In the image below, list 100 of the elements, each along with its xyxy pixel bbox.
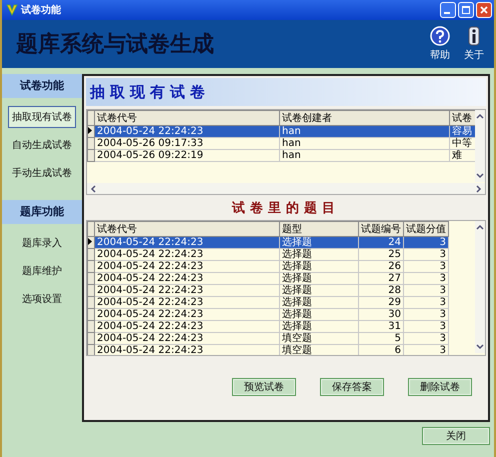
table-cell: 2004-05-24 22:24:23 (94, 260, 280, 272)
vertical-scrollbar[interactable] (475, 110, 485, 182)
table-cell: 2004-05-24 22:24:23 (94, 332, 280, 344)
table-cell: 2004-05-26 09:17:33 (94, 138, 280, 150)
table-row[interactable]: 2004-05-26 09:17:33 han 中等 (88, 138, 476, 150)
column-header: 试卷 (450, 110, 476, 126)
table-cell: 3 (404, 332, 448, 344)
table-cell: 选择题 (280, 260, 358, 272)
table-row[interactable]: 2004-05-24 22:24:23 选择题 26 3 (88, 260, 448, 272)
table-cell: 2004-05-24 22:24:23 (94, 296, 280, 308)
table-cell: 2004-05-24 22:24:23 (94, 344, 280, 355)
table-cell: 30 (358, 308, 404, 320)
column-header: 试题编号 (358, 222, 404, 236)
table-cell: 31 (358, 320, 404, 332)
table-cell: 27 (358, 272, 404, 284)
table-cell: 3 (404, 272, 448, 284)
table-cell: 选择题 (280, 320, 358, 332)
table-row[interactable]: 2004-05-24 22:24:23 选择题 25 3 (88, 248, 448, 260)
column-header: 题型 (280, 222, 358, 236)
scroll-down-icon (476, 173, 484, 179)
horizontal-scrollbar[interactable] (87, 183, 485, 194)
table-cell: 2004-05-24 22:24:23 (94, 236, 280, 248)
table-cell: 2004-05-24 22:24:23 (94, 126, 280, 138)
table-row[interactable]: 2004-05-24 22:24:23 填空题 6 3 (88, 344, 448, 355)
table-cell: 2004-05-24 22:24:23 (94, 248, 280, 260)
section-title: 抽取现有试卷 (90, 82, 210, 102)
table-cell: han (280, 150, 450, 162)
table-cell: 选择题 (280, 248, 358, 260)
table-row[interactable]: 2004-05-24 22:24:23 选择题 24 3 (88, 236, 448, 248)
maximize-icon (462, 6, 470, 14)
section-header: 题库功能 (2, 200, 82, 224)
sidebar-item[interactable]: 自动生成试卷 (8, 134, 76, 156)
table-cell: 选择题 (280, 284, 358, 296)
scroll-up-icon (476, 224, 484, 230)
table-row[interactable]: 2004-05-24 22:24:23 选择题 27 3 (88, 272, 448, 284)
table-cell: han (280, 138, 450, 150)
window-title: 试卷功能 (21, 4, 61, 17)
table-cell: 25 (358, 248, 404, 260)
row-header[interactable] (88, 236, 94, 248)
sidebar-item[interactable]: 题库录入 (18, 232, 66, 254)
table-row[interactable]: 2004-05-26 09:22:19 han 难 (88, 150, 476, 162)
table-cell: 29 (358, 296, 404, 308)
action-button[interactable]: 预览试卷 (232, 378, 296, 396)
table-row[interactable]: 2004-05-24 22:24:23 选择题 29 3 (88, 296, 448, 308)
column-header: 试卷创建者 (280, 110, 450, 126)
current-row-icon (88, 238, 92, 245)
close-button[interactable] (476, 2, 492, 18)
close-button[interactable]: 关闭 (422, 427, 490, 445)
maximize-button[interactable] (458, 2, 474, 18)
table-cell: 5 (358, 332, 404, 344)
table-cell: 3 (404, 308, 448, 320)
table-cell: 28 (358, 284, 404, 296)
section-title: 试卷里的题目 (232, 201, 340, 216)
table-cell: 3 (404, 320, 448, 332)
table-cell: 选择题 (280, 308, 358, 320)
table-row[interactable]: 2004-05-24 22:24:23 选择题 31 3 (88, 320, 448, 332)
scroll-right-icon (476, 184, 482, 192)
sidebar-item[interactable]: 题库维护 (18, 260, 66, 282)
scroll-left-icon (90, 184, 96, 192)
table-row[interactable]: 2004-05-24 22:24:23 han 容易 (88, 126, 476, 138)
table-cell: 2004-05-24 22:24:23 (94, 320, 280, 332)
table-cell: 填空题 (280, 344, 358, 355)
table-cell: 选择题 (280, 272, 358, 284)
table-cell: 2004-05-24 22:24:23 (94, 272, 280, 284)
sidebar-item[interactable]: 选项设置 (18, 288, 66, 310)
toolbar-button[interactable]: 关于 (464, 26, 484, 62)
sidebar-item[interactable]: 抽取现有试卷 (8, 106, 76, 128)
table-cell: 24 (358, 236, 404, 248)
minimize-button[interactable] (440, 2, 456, 18)
app-title: 题库系统与试卷生成 (16, 30, 214, 59)
current-row-icon (88, 127, 92, 134)
table-cell: 26 (358, 260, 404, 272)
table-row[interactable]: 2004-05-24 22:24:23 填空题 5 3 (88, 332, 448, 344)
column-header: 试卷代号 (94, 222, 280, 236)
column-header: 试题分值 (404, 222, 448, 236)
table-cell: 3 (404, 296, 448, 308)
row-header[interactable] (88, 126, 94, 138)
table-row[interactable]: 2004-05-24 22:24:23 选择题 30 3 (88, 308, 448, 320)
table-cell: 3 (404, 236, 448, 248)
action-button[interactable]: 删除试卷 (408, 378, 472, 396)
table-cell: 选择题 (280, 296, 358, 308)
help-icon (430, 26, 450, 46)
vertical-scrollbar[interactable] (475, 221, 485, 353)
scroll-up-icon (476, 113, 484, 119)
app-icon (6, 4, 18, 16)
table-cell: 2004-05-26 09:22:19 (94, 150, 280, 162)
table-row[interactable]: 2004-05-24 22:24:23 选择题 28 3 (88, 284, 448, 296)
table-cell: 2004-05-24 22:24:23 (94, 284, 280, 296)
close-icon (480, 6, 488, 14)
action-button[interactable]: 保存答案 (320, 378, 384, 396)
table-cell: 选择题 (280, 236, 358, 248)
table-cell: 2004-05-24 22:24:23 (94, 308, 280, 320)
sidebar-item[interactable]: 手动生成试卷 (8, 162, 76, 184)
table-cell: 3 (404, 260, 448, 272)
table-cell: han (280, 126, 450, 138)
section-header: 试卷功能 (2, 74, 82, 98)
scroll-down-icon (476, 344, 484, 350)
column-header: 试卷代号 (94, 110, 280, 126)
toolbar-button[interactable]: 帮助 (430, 26, 450, 62)
table-cell: 3 (404, 284, 448, 296)
